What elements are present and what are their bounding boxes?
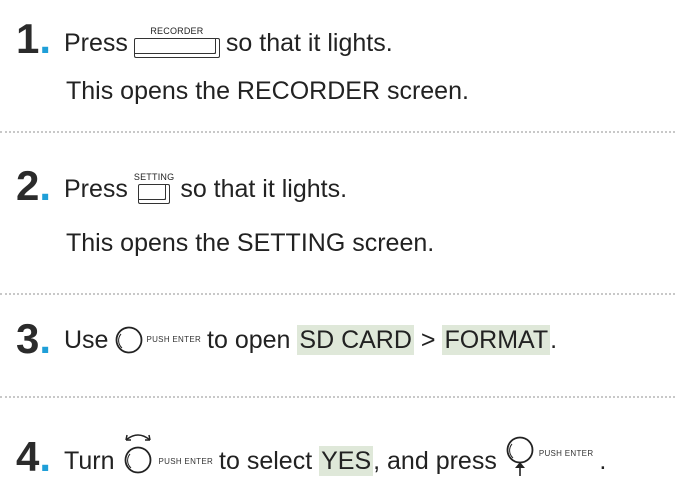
yes-option-label: YES	[319, 446, 374, 476]
turn-dial-knob-icon	[125, 434, 152, 474]
dial-caption: PUSH ENTER	[146, 335, 202, 344]
divider-2	[0, 293, 675, 295]
menu-separator: >	[420, 326, 436, 354]
step-2-subtext: This opens the SETTING screen.	[66, 229, 435, 257]
format-menu-label: FORMAT	[442, 325, 551, 355]
press-dial-icon: PUSH ENTER	[503, 432, 594, 476]
step-1-number: 1.	[16, 15, 52, 62]
step-3-number: 3.	[16, 315, 52, 362]
step-4-end: .	[599, 447, 607, 475]
divider-3	[0, 396, 675, 398]
dial-knob-icon	[116, 326, 143, 354]
step-1-text-before: Press	[64, 29, 128, 57]
step-1-subtext: This opens the RECORDER screen.	[66, 77, 469, 105]
setting-button-label: SETTING	[133, 172, 175, 182]
dial-icon: PUSH ENTER	[114, 325, 201, 355]
step-1-text-after: so that it lights.	[225, 29, 393, 57]
step-4-text-mid1: to select	[219, 447, 313, 475]
recorder-key-shape	[133, 38, 220, 58]
divider-1	[0, 131, 675, 133]
recorder-button-label: RECORDER	[150, 26, 204, 36]
step-4-instruction: Turn PUSH ENTER to select YES, and press…	[64, 420, 606, 476]
step-3-text-after: to open	[207, 326, 291, 354]
step-4-text-before: Turn	[64, 447, 115, 475]
press-dial-knob-icon	[506, 436, 534, 476]
step-2-instruction: Press SETTING so that it lights.	[64, 160, 347, 204]
setting-key-shape	[138, 184, 171, 204]
setting-button-icon: SETTING	[134, 172, 174, 204]
recorder-button-icon: RECORDER	[133, 26, 220, 58]
step-3-instruction: Use PUSH ENTER to open SD CARD > FORMAT.	[64, 322, 557, 358]
step-4-number: 4.	[16, 433, 52, 480]
step-2-number: 2.	[16, 162, 52, 209]
sd-card-menu-label: SD CARD	[297, 325, 414, 355]
turn-dial-caption: PUSH ENTER	[158, 457, 214, 466]
step-4-text-mid2: , and press	[373, 447, 497, 475]
step-3-end: .	[550, 326, 558, 354]
step-2-text-before: Press	[64, 175, 128, 203]
step-1-instruction: Press RECORDER so that it lights.	[64, 14, 393, 58]
turn-dial-icon: PUSH ENTER	[120, 428, 213, 476]
step-2-text-after: so that it lights.	[180, 175, 348, 203]
press-dial-caption: PUSH ENTER	[538, 449, 594, 458]
step-3-text-before: Use	[64, 326, 109, 354]
